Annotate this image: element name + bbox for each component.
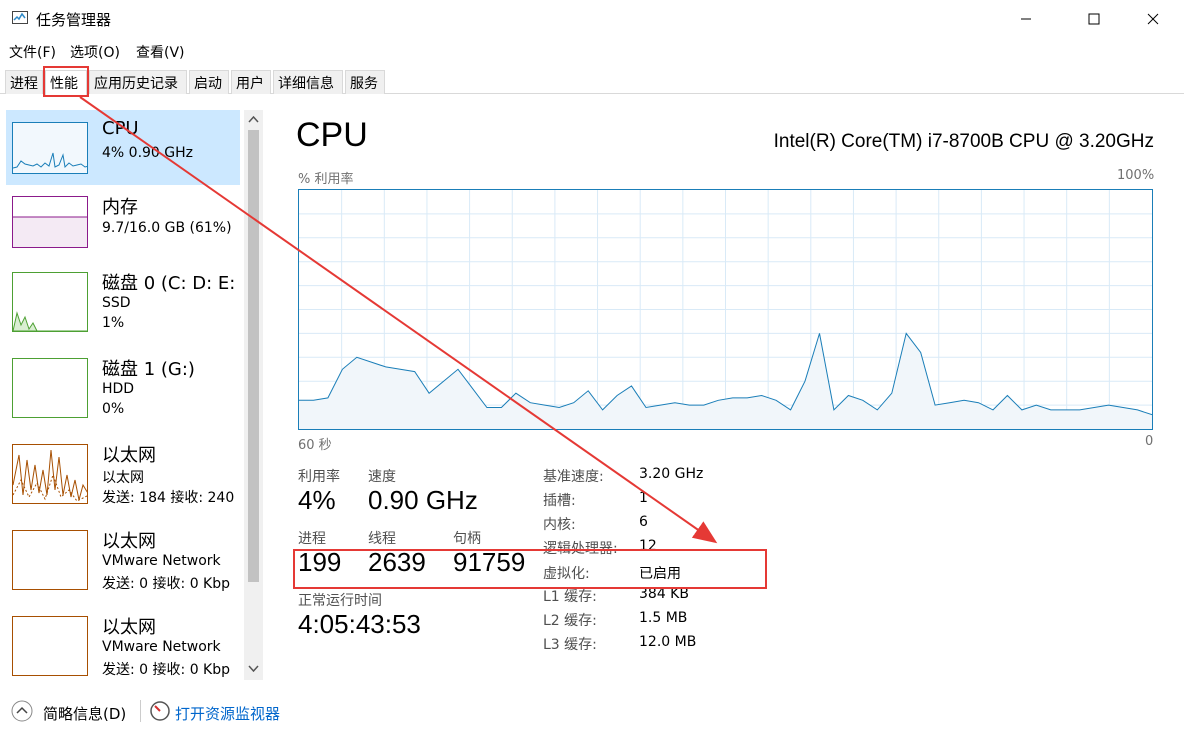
annotation-arrow-line	[79, 96, 718, 544]
annotation-arrow	[79, 96, 718, 544]
